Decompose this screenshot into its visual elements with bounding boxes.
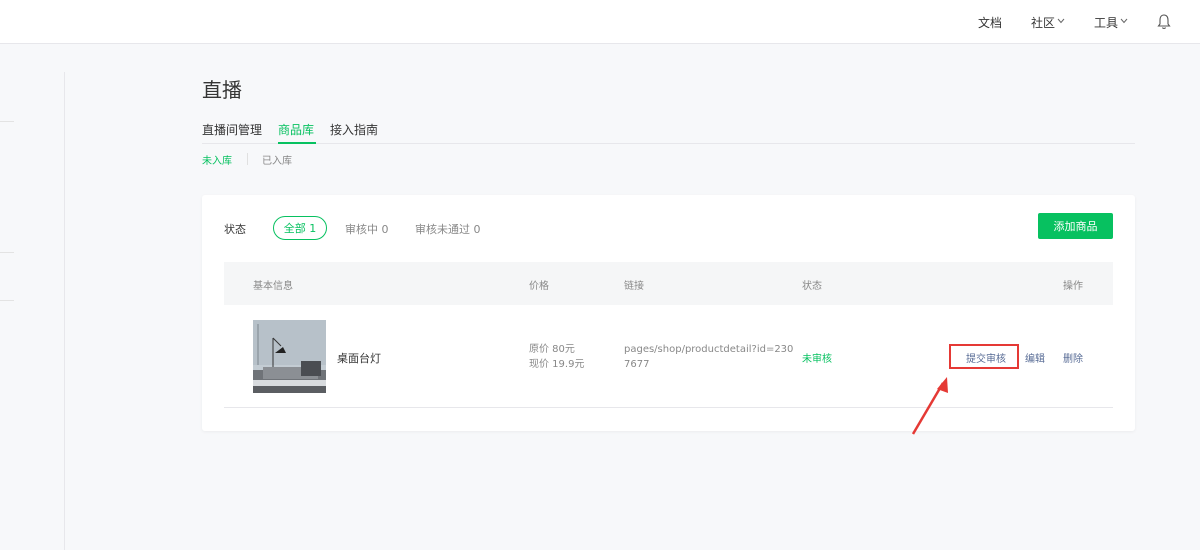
product-name: 桌面台灯 [337,352,381,365]
edit-button[interactable]: 编辑 [1025,350,1045,365]
sidebar-divider [0,121,14,122]
nav-tools[interactable]: 工具 [1094,0,1128,44]
product-price: 原价 80元 现价 19.9元 [529,342,584,372]
tab-access-guide[interactable]: 接入指南 [330,121,378,138]
column-header-actions: 操作 [1063,281,1083,292]
main-tabs: 直播间管理 商品库 接入指南 [202,116,1135,144]
add-product-button[interactable]: 添加商品 [1038,213,1113,239]
chevron-down-icon [1120,17,1128,27]
table-header: 基本信息 价格 链接 状态 操作 [224,262,1113,305]
tab-product-library[interactable]: 商品库 [278,121,314,138]
subtab-stocked[interactable]: 已入库 [262,152,292,167]
content-divider [64,72,65,550]
top-bar: 文档 社区 工具 [0,0,1200,44]
product-link: pages/shop/productdetail?id=2307677 [624,344,794,370]
add-product-label: 添加商品 [1053,220,1098,233]
sidebar-divider [0,300,14,301]
active-tab-indicator [278,142,316,144]
current-price: 现价 19.9元 [529,359,585,370]
status-badge: 未审核 [802,354,832,365]
column-header-status: 状态 [802,281,822,292]
column-header-link: 链接 [624,281,644,292]
nav-tools-label: 工具 [1094,15,1119,30]
subtab-divider [247,153,248,165]
original-price: 原价 80元 [529,344,575,355]
annotation-highlight-box [949,344,1019,369]
filter-all-label: 全部 1 [283,222,317,235]
filter-all[interactable]: 全部 1 [273,216,327,240]
table-row: 桌面台灯 原价 80元 现价 19.9元 pages/shop/productd… [224,305,1113,408]
status-filter-label: 状态 [224,223,246,236]
annotation-arrow-icon [911,377,948,435]
product-image [253,320,326,393]
nav-community-label: 社区 [1031,15,1056,30]
sidebar [0,44,14,550]
column-header-price: 价格 [529,281,549,292]
filter-under-review[interactable]: 审核中 0 [345,221,389,237]
page-title: 直播 [202,78,242,102]
product-card: 状态 全部 1 审核中 0 审核未通过 0 添加商品 基本信息 价格 链接 状态… [202,195,1135,431]
delete-button[interactable]: 删除 [1063,350,1083,365]
bell-icon[interactable] [1156,13,1172,31]
nav-community[interactable]: 社区 [1031,0,1065,44]
nav-docs-label: 文档 [978,15,1003,30]
filter-review-failed[interactable]: 审核未通过 0 [415,221,481,237]
sidebar-divider [0,252,14,253]
subtab-not-stocked[interactable]: 未入库 [202,152,232,167]
tab-live-room-management[interactable]: 直播间管理 [202,121,262,138]
chevron-down-icon [1057,17,1065,27]
column-header-basic-info: 基本信息 [253,281,293,292]
nav-docs[interactable]: 文档 [978,0,1002,44]
